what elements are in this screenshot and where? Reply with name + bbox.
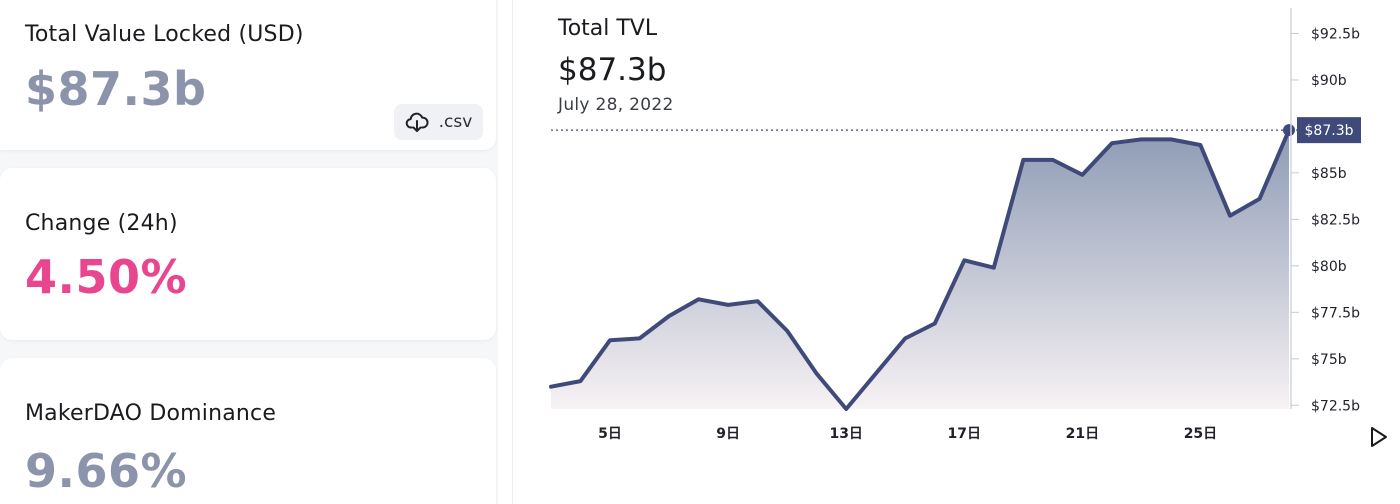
x-tick-label: 13日 xyxy=(829,426,862,442)
y-tick-label: $72.5b xyxy=(1311,398,1360,414)
x-tick-label: 17日 xyxy=(948,426,981,442)
x-tick-label: 9日 xyxy=(716,426,740,442)
y-tick-label: $80b xyxy=(1311,259,1347,275)
cloud-download-icon xyxy=(405,112,429,132)
y-tick-label: $90b xyxy=(1311,73,1347,89)
data-point-18 xyxy=(992,266,996,270)
data-point-21 xyxy=(1080,173,1084,177)
tvl-chart-panel: $72.5b $75b $77.5b $80b $82.5b $85b $90b $92.5b… xyxy=(512,0,1400,504)
y-tick-label: $77.5b xyxy=(1311,305,1360,321)
dominance-card: MakerDAO Dominance 9.66% xyxy=(0,358,496,504)
data-point-26 xyxy=(1228,214,1232,218)
tvl-card: Total Value Locked (USD) $87.3b .csv xyxy=(0,0,496,150)
download-csv-button[interactable]: .csv xyxy=(394,104,483,140)
data-point-13 xyxy=(844,407,848,411)
change-card: Change (24h) 4.50% xyxy=(0,168,496,340)
data-point-16 xyxy=(933,321,937,325)
dominance-label: MakerDAO Dominance xyxy=(25,401,277,426)
download-csv-label: .csv xyxy=(438,112,473,132)
data-point-12 xyxy=(815,372,819,376)
y-tick-label: $92.5b xyxy=(1311,26,1360,42)
y-tick-label: $85b xyxy=(1311,166,1347,182)
change-value: 4.50% xyxy=(25,250,188,304)
play-icon[interactable] xyxy=(1369,426,1389,448)
data-point-27 xyxy=(1257,197,1261,201)
y-tick-label: $75b xyxy=(1311,352,1347,368)
data-point-22 xyxy=(1110,141,1114,145)
x-tick-label: 25日 xyxy=(1184,426,1217,442)
data-point-9 xyxy=(726,303,730,307)
y-tick-label: $82.5b xyxy=(1311,212,1360,228)
chart-date: July 28, 2022 xyxy=(558,95,674,115)
data-point-25 xyxy=(1198,143,1202,147)
data-point-11 xyxy=(785,329,789,333)
dashboard: Total Value Locked (USD) $87.3b .csv Cha… xyxy=(0,0,1400,504)
data-point-3 xyxy=(549,385,553,389)
data-point-23 xyxy=(1139,137,1143,141)
chart-area-fill xyxy=(551,130,1289,409)
data-point-14 xyxy=(874,372,878,376)
tvl-label: Total Value Locked (USD) xyxy=(25,22,304,47)
dominance-value: 9.66% xyxy=(25,444,188,498)
data-point-19 xyxy=(1021,158,1025,162)
data-point-7 xyxy=(667,314,671,318)
data-point-8 xyxy=(697,297,701,301)
data-point-6 xyxy=(638,336,642,340)
data-point-10 xyxy=(756,299,760,303)
current-value-badge-label: $87.3b xyxy=(1305,123,1354,139)
data-point-24 xyxy=(1169,137,1173,141)
x-tick-label: 21日 xyxy=(1066,426,1099,442)
x-tick-label: 5日 xyxy=(598,426,622,442)
stats-column: Total Value Locked (USD) $87.3b .csv Cha… xyxy=(0,0,498,504)
current-value-dot xyxy=(1283,124,1295,137)
data-point-20 xyxy=(1051,158,1055,162)
change-label: Change (24h) xyxy=(25,211,178,236)
data-point-15 xyxy=(903,336,907,340)
data-point-5 xyxy=(608,338,612,342)
tvl-value: $87.3b xyxy=(25,62,207,116)
chart-title: Total TVL xyxy=(558,16,658,41)
data-point-17 xyxy=(962,258,966,262)
data-point-4 xyxy=(579,379,583,383)
chart-value: $87.3b xyxy=(558,52,667,88)
